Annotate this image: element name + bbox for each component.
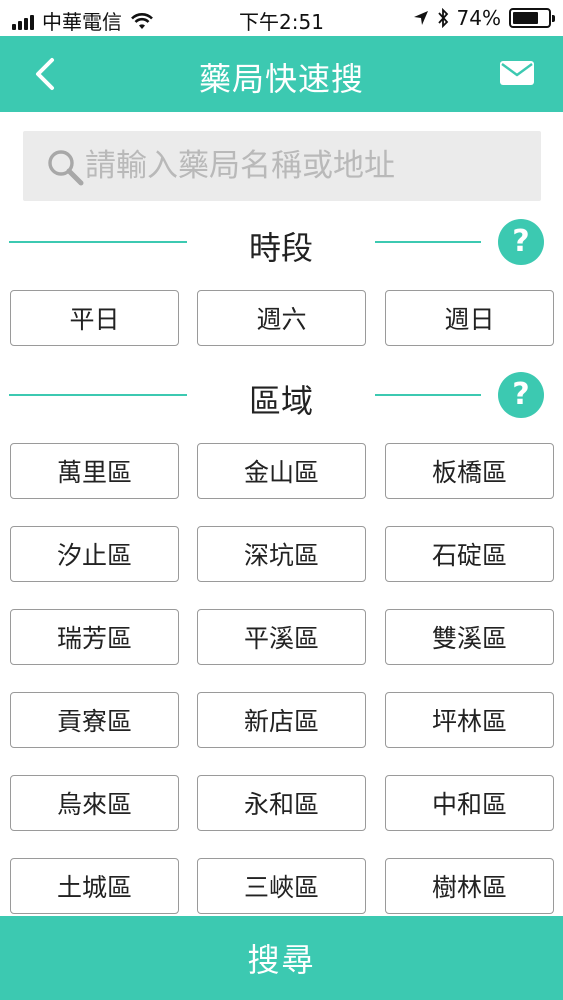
district-option[interactable]: 坪林區 <box>385 692 554 748</box>
district-option[interactable]: 深坑區 <box>197 526 366 582</box>
envelope-icon[interactable] <box>499 58 535 88</box>
search-icon <box>48 150 84 186</box>
period-option-saturday[interactable]: 週六 <box>197 290 366 346</box>
district-option[interactable]: 新店區 <box>197 692 366 748</box>
navigation-bar: 藥局快速搜 <box>0 36 563 112</box>
district-option[interactable]: 平溪區 <box>197 609 366 665</box>
district-option[interactable]: 貢寮區 <box>10 692 179 748</box>
status-bar: 中華電信 下午2:51 74% <box>0 0 563 36</box>
district-section-header: 區域 ? <box>0 370 563 420</box>
divider-line <box>9 394 187 396</box>
district-option[interactable]: 中和區 <box>385 775 554 831</box>
district-option[interactable]: 瑞芳區 <box>10 609 179 665</box>
page-title: 藥局快速搜 <box>198 60 364 98</box>
district-option[interactable]: 三峽區 <box>197 858 366 914</box>
district-option[interactable]: 石碇區 <box>385 526 554 582</box>
period-section-header: 時段 ? <box>0 217 563 267</box>
divider-line <box>375 241 481 243</box>
district-option[interactable]: 烏來區 <box>10 775 179 831</box>
battery-icon <box>509 8 555 28</box>
bluetooth-icon <box>437 8 448 28</box>
district-option[interactable]: 雙溪區 <box>385 609 554 665</box>
district-option[interactable]: 樹林區 <box>385 858 554 914</box>
period-option-sunday[interactable]: 週日 <box>385 290 554 346</box>
divider-line <box>375 394 481 396</box>
district-option[interactable]: 萬里區 <box>10 443 179 499</box>
district-help-button[interactable]: ? <box>498 372 544 418</box>
district-option[interactable]: 板橋區 <box>385 443 554 499</box>
district-title: 區域 <box>248 382 313 420</box>
period-option-weekday[interactable]: 平日 <box>10 290 179 346</box>
period-help-button[interactable]: ? <box>498 219 544 265</box>
search-input[interactable] <box>85 145 525 187</box>
battery-percent: 74% <box>456 6 501 30</box>
search-box[interactable] <box>23 131 541 201</box>
location-arrow-icon <box>413 11 428 25</box>
district-option[interactable]: 汐止區 <box>10 526 179 582</box>
district-option[interactable]: 永和區 <box>197 775 366 831</box>
period-title: 時段 <box>248 229 313 267</box>
battery-fill <box>513 12 539 24</box>
search-button[interactable]: 搜尋 <box>0 916 563 1000</box>
district-option[interactable]: 金山區 <box>197 443 366 499</box>
divider-line <box>9 241 187 243</box>
district-option[interactable]: 土城區 <box>10 858 179 914</box>
